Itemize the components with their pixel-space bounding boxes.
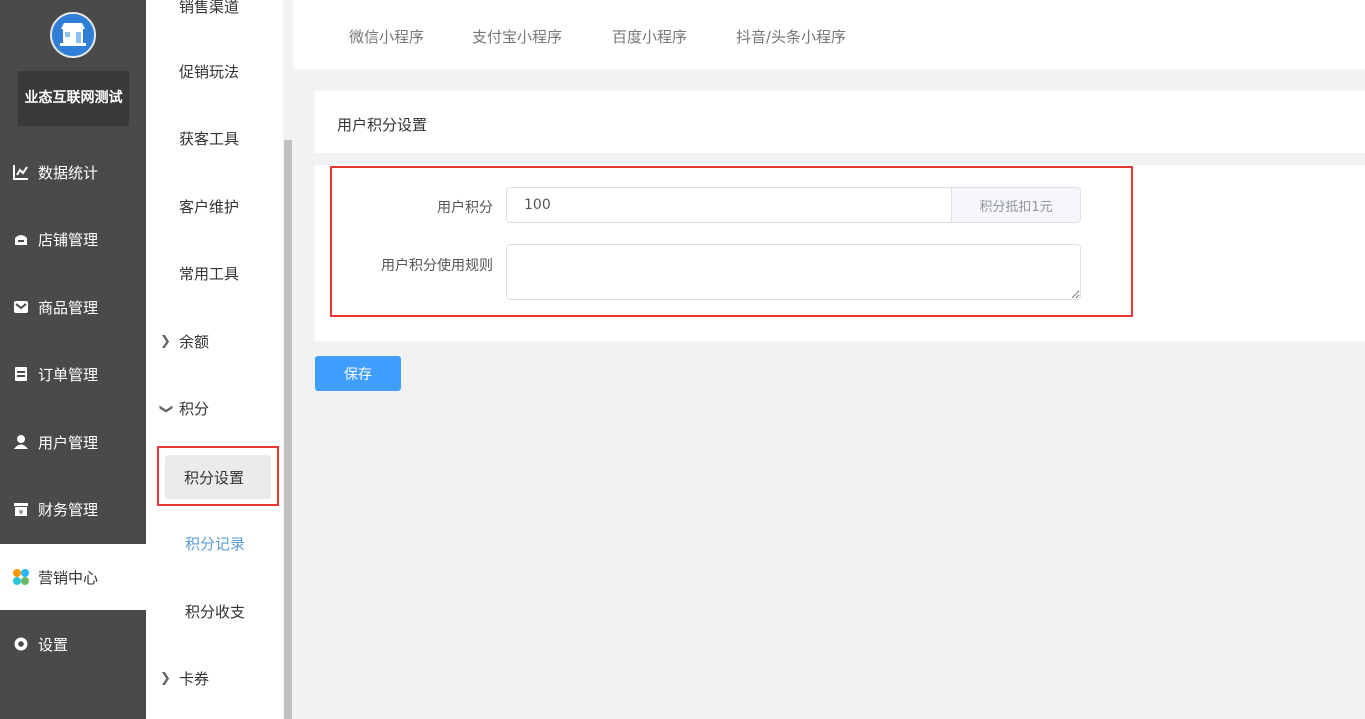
points-input-group: 积分抵扣1元 [506,187,1081,223]
nav-item-store-management[interactable]: 店铺管理 [0,206,146,272]
submenu-label: 余额 [179,333,210,351]
store-logo[interactable] [50,12,96,58]
tab-wechat-miniprogram[interactable]: 微信小程序 [349,26,424,47]
submenu-item-points-income-expense[interactable]: 积分收支 [146,592,283,632]
nav-item-settings[interactable]: 设置 [0,611,146,677]
submenu-label: 积分收支 [185,603,246,621]
submenu-scrollbar[interactable] [284,140,292,719]
submenu-item-sales-channel[interactable]: 销售渠道 [146,0,283,27]
nav-label: 店铺管理 [38,230,99,249]
finance-icon: ¥ [12,500,30,518]
settings-card-header: 用户积分设置 [315,91,1365,153]
submenu-item-points-settings[interactable]: 积分设置 [165,455,271,499]
tab-alipay-miniprogram[interactable]: 支付宝小程序 [472,26,562,47]
submenu-label: 积分记录 [185,535,246,553]
nav-item-data-statistics[interactable]: 数据统计 [0,139,146,205]
submenu-label: 卡券 [179,670,210,688]
svg-text:¥: ¥ [19,509,24,517]
submenu-label: 积分 [179,400,210,418]
nav-label: 商品管理 [38,298,99,317]
submenu-label: 促销玩法 [179,63,240,81]
points-label: 用户积分 [437,200,493,216]
nav-item-marketing-center[interactable]: 营销中心 [0,544,146,610]
line-chart-icon [12,163,30,181]
platform-tabs: 微信小程序 支付宝小程序 百度小程序 抖音/头条小程序 [293,0,1365,69]
save-button[interactable]: 保存 [315,356,401,391]
nav-label: 用户管理 [38,433,99,452]
user-icon [12,433,30,451]
submenu-group-coupons[interactable]: ❯ 卡券 [146,659,283,699]
nav-item-goods-management[interactable]: 商品管理 [0,274,146,340]
points-append-label: 积分抵扣1元 [951,188,1080,222]
tab-baidu-miniprogram[interactable]: 百度小程序 [612,26,687,47]
marketing-icon [12,568,30,586]
card-title: 用户积分设置 [337,116,428,134]
chevron-right-icon: ❯ [160,671,171,686]
order-icon [12,365,30,383]
nav-label: 数据统计 [38,163,99,182]
submenu-group-points[interactable]: ❯ 积分 [146,389,283,429]
tab-douyin-miniprogram[interactable]: 抖音/头条小程序 [736,26,846,47]
submenu-item-acquisition-tools[interactable]: 获客工具 [146,119,283,159]
nav-label: 营销中心 [38,568,99,587]
nav-label: 设置 [38,635,69,654]
nav-item-finance-management[interactable]: ¥ 财务管理 [0,476,146,542]
goods-icon [12,298,30,316]
submenu-item-promotions[interactable]: 促销玩法 [146,52,283,92]
submenu-label: 积分设置 [184,469,245,487]
submenu-label: 客户维护 [179,198,240,216]
nav-item-order-management[interactable]: 订单管理 [0,341,146,407]
submenu-item-common-tools[interactable]: 常用工具 [146,254,283,294]
submenu-label: 销售渠道 [179,0,240,16]
store-icon [12,230,30,248]
points-input[interactable] [507,188,951,222]
submenu-item-points-records[interactable]: 积分记录 [146,524,283,564]
submenu-label: 常用工具 [179,265,240,283]
store-name: 业态互联网测试 [18,71,129,126]
main-sidebar: 业态互联网测试 数据统计 店铺管理 商品管理 订单管理 用户管理 ¥ 财务管理 [0,0,146,719]
nav-item-user-management[interactable]: 用户管理 [0,409,146,475]
submenu-label: 获客工具 [179,130,240,148]
points-rules-textarea[interactable] [506,244,1081,300]
nav-label: 财务管理 [38,500,99,519]
submenu-item-customer-maintenance[interactable]: 客户维护 [146,187,283,227]
submenu-group-balance[interactable]: ❯ 余额 [146,322,283,362]
nav-label: 订单管理 [38,365,99,384]
marketing-submenu: 销售渠道 促销玩法 获客工具 客户维护 常用工具 ❯ 余额 ❯ 积分 积分记录 … [146,0,283,719]
points-rules-label: 用户积分使用规则 [381,258,493,274]
chevron-right-icon: ❯ [160,334,171,349]
settings-icon [12,635,30,653]
